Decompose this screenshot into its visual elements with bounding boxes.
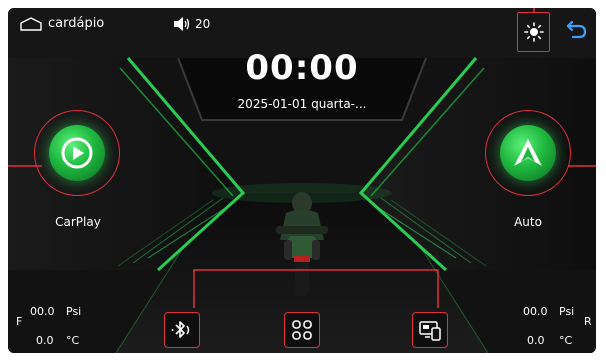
rear-tire-temperature: 0.0 (527, 334, 545, 347)
back-arrow-icon (566, 20, 587, 39)
home-icon (20, 16, 42, 31)
head-unit-screen: cardápio 20 00:00 2025-01-01 quarta-... (8, 8, 596, 353)
brightness-button[interactable] (517, 12, 550, 52)
carplay-icon (49, 125, 105, 181)
phone-mirroring-icon (419, 321, 441, 341)
android-auto-icon (500, 125, 556, 181)
sun-icon (523, 22, 544, 42)
rear-tire-side-label: R (584, 315, 592, 328)
clock-time: 00:00 (245, 48, 359, 88)
back-button[interactable] (564, 16, 590, 42)
front-tire-temperature-unit: °C (66, 334, 80, 347)
volume-level: 20 (195, 17, 211, 31)
rear-tire-pressure-unit: Psi (559, 305, 575, 318)
carplay-app-ring (34, 110, 120, 196)
rear-tire-pressure: 00.0 (523, 305, 548, 318)
android-auto-app-ring (485, 110, 571, 196)
front-tire-pressure-unit: Psi (66, 305, 82, 318)
carplay-app-button[interactable] (34, 110, 120, 196)
phone-mirroring-button[interactable] (412, 312, 448, 348)
clock-date: 2025-01-01 quarta-... (237, 97, 367, 111)
apps-grid-icon (292, 320, 312, 340)
front-tire-pressure: 00.0 (30, 305, 55, 318)
front-tire-temperature: 0.0 (36, 334, 54, 347)
android-auto-label: Auto (514, 215, 542, 229)
volume-indicator[interactable]: 20 (173, 16, 210, 32)
speaker-icon (174, 17, 190, 31)
bluetooth-music-icon (171, 321, 190, 338)
carplay-label: CarPlay (55, 215, 101, 229)
rear-tire-temperature-unit: °C (559, 334, 573, 347)
front-tire-side-label: F (16, 315, 23, 328)
android-auto-app-button[interactable] (485, 110, 571, 196)
bluetooth-music-button[interactable] (164, 312, 200, 348)
home-menu-button[interactable]: cardápio (20, 16, 104, 31)
apps-grid-button[interactable] (284, 312, 320, 348)
home-menu-label: cardápio (48, 16, 105, 31)
